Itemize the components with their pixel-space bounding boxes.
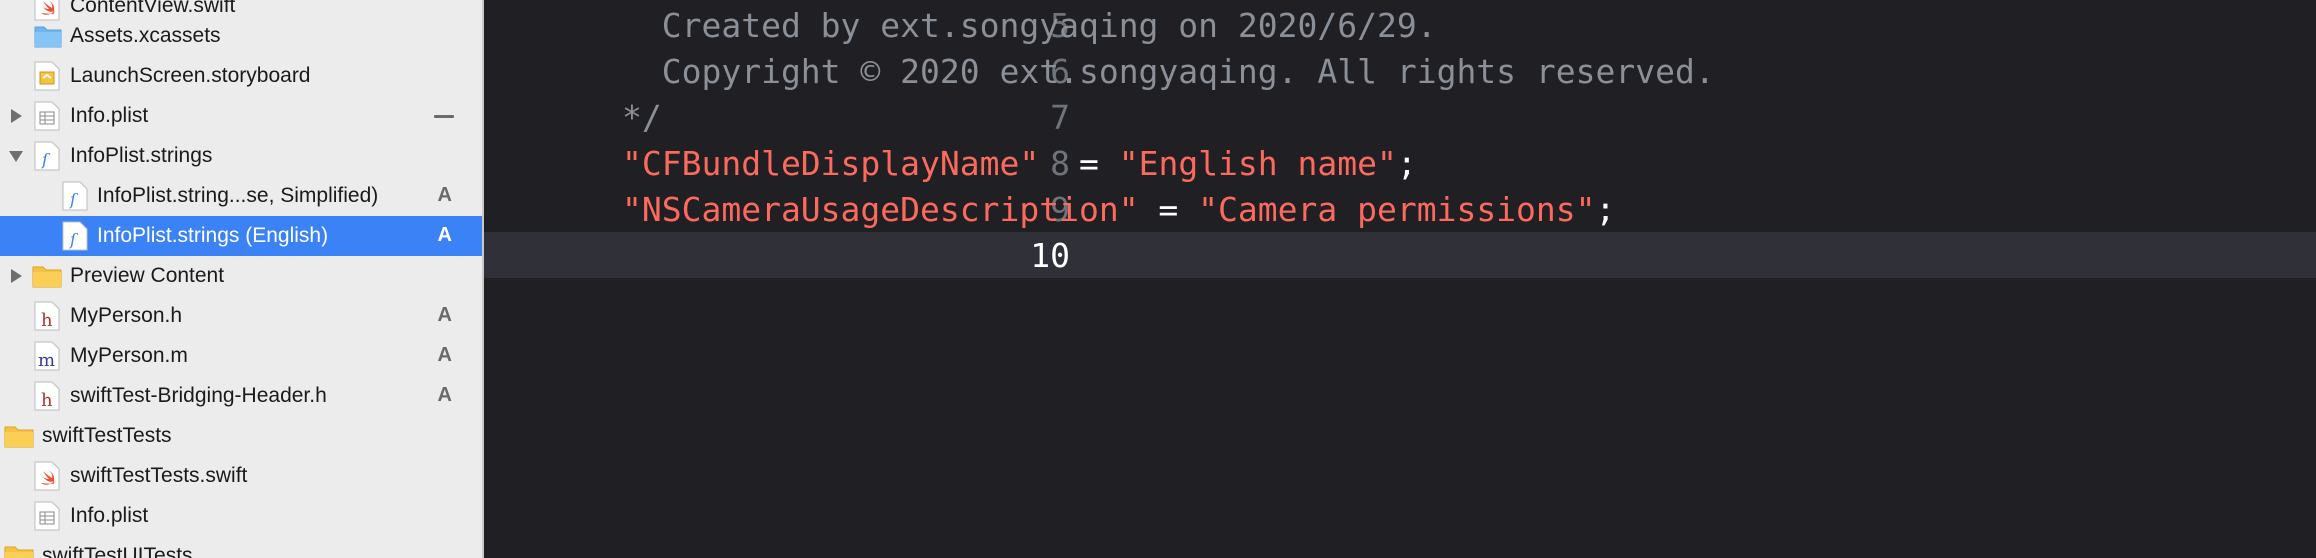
strings-icon: ſ bbox=[62, 221, 88, 251]
nav-row[interactable]: Info.plist bbox=[0, 96, 482, 136]
status-badge: A bbox=[437, 184, 452, 206]
nav-row[interactable]: m MyPerson.m A bbox=[0, 336, 482, 376]
current-line[interactable]: 10 bbox=[484, 232, 2316, 278]
code-text: "CFBundleDisplayName" = "English name"; bbox=[622, 144, 1417, 183]
nav-label: LaunchScreen.storyboard bbox=[70, 64, 311, 87]
nav-label: Info.plist bbox=[70, 504, 149, 527]
code-text: "NSCameraUsageDescription" = "Camera per… bbox=[622, 190, 1615, 229]
nav-label: Info.plist bbox=[70, 104, 149, 127]
svg-text:h: h bbox=[41, 310, 53, 331]
comment-text: Created by ext.songyaqing on 2020/6/29. bbox=[622, 6, 1437, 45]
code-line[interactable]: 7 */ bbox=[484, 94, 2316, 140]
svg-text:h: h bbox=[41, 390, 53, 411]
folder-icon bbox=[4, 544, 34, 558]
strings-icon: ſ bbox=[62, 181, 88, 211]
status-badge: A bbox=[437, 384, 452, 406]
nav-row[interactable]: ſ InfoPlist.string...se, Simplified) A bbox=[0, 176, 482, 216]
nav-row[interactable]: h swiftTest-Bridging-Header.h A bbox=[0, 376, 482, 416]
string-value: "English name" bbox=[1118, 144, 1397, 183]
string-key: "CFBundleDisplayName" bbox=[622, 144, 1040, 183]
assign-operator: = bbox=[1138, 190, 1199, 229]
strings-icon: ſ bbox=[34, 141, 60, 171]
nav-label: InfoPlist.string...se, Simplified) bbox=[97, 184, 379, 207]
code-line[interactable]: 9 "NSCameraUsageDescription" = "Camera p… bbox=[484, 186, 2316, 232]
nav-row[interactable]: LaunchScreen.storyboard bbox=[0, 56, 482, 96]
disclosure-collapsed-icon[interactable] bbox=[6, 266, 26, 286]
nav-row[interactable]: swiftTestUITests bbox=[0, 536, 482, 558]
nav-label: Assets.xcassets bbox=[70, 24, 221, 47]
header-h-icon: h bbox=[34, 381, 60, 411]
nav-row-selected[interactable]: ſ InfoPlist.strings (English) A bbox=[0, 216, 482, 256]
source-m-icon: m bbox=[34, 341, 60, 371]
string-key: "NSCameraUsageDescription" bbox=[622, 190, 1139, 229]
swift-icon bbox=[34, 461, 60, 491]
folder-blue-icon bbox=[34, 24, 62, 54]
storyboard-icon bbox=[34, 61, 60, 91]
nav-label: InfoPlist.strings bbox=[70, 144, 213, 167]
status-badge: A bbox=[437, 344, 452, 366]
nav-label: InfoPlist.strings (English) bbox=[97, 224, 329, 247]
nav-row[interactable]: swiftTestTests.swift bbox=[0, 456, 482, 496]
nav-label: swiftTest-Bridging-Header.h bbox=[70, 384, 327, 407]
remove-icon[interactable] bbox=[434, 115, 454, 118]
status-badge: A bbox=[437, 304, 452, 326]
assign-operator: = bbox=[1039, 144, 1119, 183]
folder-icon bbox=[32, 264, 62, 294]
nav-label: swiftTestUITests bbox=[42, 544, 193, 558]
plist-icon bbox=[34, 501, 60, 531]
comment-text: Copyright © 2020 ext.songyaqing. All rig… bbox=[622, 52, 1715, 91]
line-number: 10 bbox=[1030, 236, 1070, 275]
plist-icon bbox=[34, 101, 60, 131]
code-line[interactable]: 8 "CFBundleDisplayName" = "English name"… bbox=[484, 140, 2316, 186]
code-line[interactable]: 6 Copyright © 2020 ext.songyaqing. All r… bbox=[484, 48, 2316, 94]
source-editor[interactable]: 5 Created by ext.songyaqing on 2020/6/29… bbox=[484, 0, 2316, 558]
semicolon: ; bbox=[1396, 144, 1417, 183]
comment-text: */ bbox=[622, 98, 662, 137]
nav-row[interactable]: swiftTestTests bbox=[0, 416, 482, 456]
header-h-icon: h bbox=[34, 301, 60, 331]
nav-row[interactable]: Preview Content bbox=[0, 256, 482, 296]
status-badge: A bbox=[437, 224, 452, 246]
disclosure-expanded-icon[interactable] bbox=[6, 146, 26, 166]
nav-row[interactable]: h MyPerson.h A bbox=[0, 296, 482, 336]
nav-label: swiftTestTests.swift bbox=[70, 464, 248, 487]
nav-label: MyPerson.m bbox=[70, 344, 188, 367]
nav-label: Preview Content bbox=[70, 264, 225, 287]
semicolon: ; bbox=[1595, 190, 1616, 229]
nav-row[interactable]: Info.plist bbox=[0, 496, 482, 536]
nav-label: swiftTestTests bbox=[42, 424, 172, 447]
code-line[interactable]: 5 Created by ext.songyaqing on 2020/6/29… bbox=[484, 2, 2316, 48]
disclosure-collapsed-icon[interactable] bbox=[6, 106, 26, 126]
string-value: "Camera permissions" bbox=[1198, 190, 1596, 229]
nav-row[interactable]: Assets.xcassets bbox=[0, 16, 482, 56]
nav-label: MyPerson.h bbox=[70, 304, 183, 327]
folder-icon bbox=[4, 424, 34, 454]
svg-text:m: m bbox=[38, 350, 55, 371]
nav-row[interactable]: ſ InfoPlist.strings bbox=[0, 136, 482, 176]
project-navigator: ContentView.swift Assets.xcassets Launch… bbox=[0, 0, 484, 558]
line-number: 7 bbox=[1050, 98, 1070, 137]
